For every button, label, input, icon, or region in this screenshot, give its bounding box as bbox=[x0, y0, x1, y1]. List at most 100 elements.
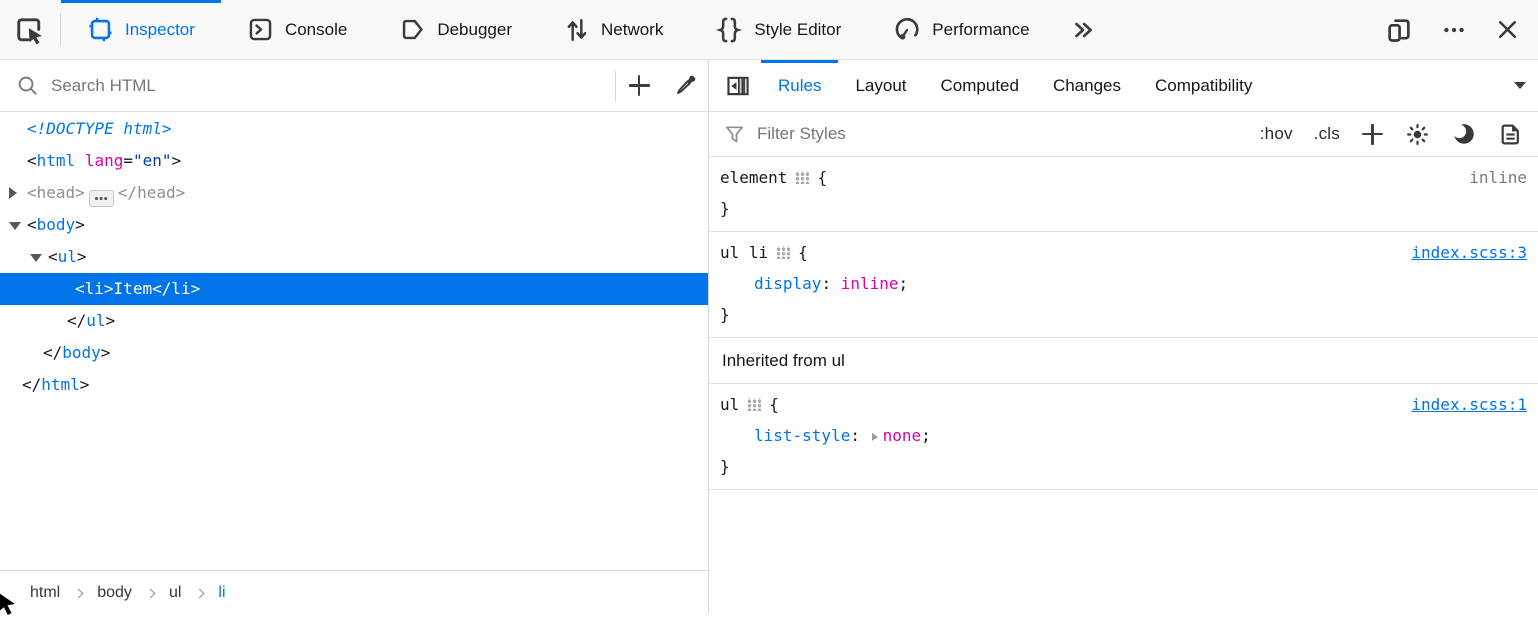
tab-label: Performance bbox=[932, 20, 1029, 40]
search-html-input[interactable] bbox=[49, 75, 615, 97]
markup-token: </ bbox=[22, 375, 41, 394]
markup-row[interactable]: <ul> bbox=[0, 241, 708, 273]
markup-row[interactable]: <html lang="en"> bbox=[0, 145, 708, 177]
close-devtools-button[interactable] bbox=[1481, 0, 1538, 59]
tab-style-editor[interactable]: Style Editor bbox=[689, 0, 867, 59]
markup-row[interactable]: </html> bbox=[0, 369, 708, 401]
markup-token: ul bbox=[58, 247, 77, 266]
add-node-button[interactable] bbox=[616, 60, 662, 111]
markup-token: < bbox=[27, 151, 37, 170]
markup-token: </ bbox=[152, 279, 171, 298]
property-name[interactable]: display bbox=[754, 274, 821, 293]
ellipsis-icon bbox=[95, 197, 98, 200]
add-rule-button[interactable] bbox=[1361, 123, 1384, 146]
rule-close-line: } bbox=[709, 299, 1538, 330]
collapsed-content-badge[interactable] bbox=[89, 190, 114, 207]
rule-source-note: inline bbox=[1469, 162, 1527, 193]
filter-icon bbox=[723, 123, 746, 146]
css-rule: element{inline} bbox=[709, 157, 1538, 232]
devtools-menu-button[interactable] bbox=[1427, 0, 1481, 59]
light-theme-simulation-button[interactable] bbox=[1405, 122, 1430, 147]
markup-token: Item bbox=[114, 279, 153, 298]
breadcrumb-item-li[interactable]: li bbox=[218, 584, 225, 602]
panel-splitter[interactable] bbox=[708, 60, 709, 614]
breadcrumb: html body ul li bbox=[0, 570, 708, 614]
all-tabs-button[interactable] bbox=[1502, 60, 1538, 111]
responsive-design-icon bbox=[1385, 16, 1413, 44]
selector-highlighter-icon[interactable] bbox=[747, 398, 761, 411]
filter-styles-input[interactable] bbox=[755, 123, 975, 145]
stylesheet-link[interactable]: index.scss:3 bbox=[1411, 237, 1527, 268]
rule-selector[interactable]: element bbox=[720, 168, 787, 187]
markup-token: body bbox=[37, 215, 76, 234]
markup-token: > bbox=[77, 247, 87, 266]
markup-token: </head> bbox=[118, 183, 185, 202]
twisty-expanded-icon[interactable] bbox=[30, 254, 42, 262]
tab-rules[interactable]: Rules bbox=[761, 60, 838, 111]
breadcrumb-item-html[interactable]: html bbox=[30, 584, 60, 602]
markup-token: = bbox=[123, 151, 133, 170]
tab-console[interactable]: Console bbox=[221, 0, 373, 59]
breadcrumb-item-body[interactable]: body bbox=[97, 584, 132, 602]
style-editor-icon bbox=[715, 16, 743, 44]
rule-selector-line: element { inline bbox=[709, 162, 1538, 193]
property-value[interactable]: inline bbox=[841, 274, 899, 293]
markup-row[interactable]: <head> </head> bbox=[0, 177, 708, 209]
dark-theme-simulation-button[interactable] bbox=[1451, 121, 1477, 147]
markup-row[interactable]: <!DOCTYPE html> bbox=[0, 113, 708, 145]
sidebar-toggle-button[interactable] bbox=[715, 60, 761, 111]
tab-changes[interactable]: Changes bbox=[1036, 60, 1138, 111]
semicolon: ; bbox=[921, 426, 931, 445]
markup-row-selected[interactable]: <li>Item</li> bbox=[0, 273, 708, 305]
tab-compatibility[interactable]: Compatibility bbox=[1138, 60, 1269, 111]
eyedropper-button[interactable] bbox=[662, 60, 708, 111]
tab-label: Compatibility bbox=[1155, 76, 1252, 96]
tab-performance[interactable]: Performance bbox=[867, 0, 1055, 59]
tab-label: Layout bbox=[855, 76, 906, 96]
value-expander-icon[interactable] bbox=[872, 433, 878, 441]
semicolon: ; bbox=[899, 274, 909, 293]
tab-label: Debugger bbox=[437, 20, 512, 40]
breadcrumb-item-ul[interactable]: ul bbox=[169, 584, 181, 602]
tab-label: Style Editor bbox=[754, 20, 841, 40]
tab-inspector[interactable]: Inspector bbox=[61, 0, 221, 59]
open-brace: { bbox=[769, 395, 779, 414]
markup-row[interactable]: <body> bbox=[0, 209, 708, 241]
mouse-cursor-icon bbox=[0, 592, 19, 618]
rule-selector[interactable]: ul li bbox=[720, 243, 768, 262]
add-node-icon bbox=[628, 74, 651, 97]
class-toggle[interactable]: .cls bbox=[1314, 124, 1340, 144]
property-name[interactable]: list-style bbox=[754, 426, 850, 445]
tab-debugger[interactable]: Debugger bbox=[373, 0, 538, 59]
selector-highlighter-icon[interactable] bbox=[776, 246, 790, 259]
css-rule: ul li{index.scss:3display: inline;} bbox=[709, 232, 1538, 338]
performance-icon bbox=[893, 16, 921, 44]
print-icon bbox=[1498, 122, 1523, 147]
markup-token: <!DOCTYPE html> bbox=[27, 119, 172, 138]
selector-highlighter-icon[interactable] bbox=[795, 171, 809, 184]
twisty-expanded-icon[interactable] bbox=[9, 222, 21, 230]
css-declaration[interactable]: display: inline; bbox=[709, 268, 1538, 299]
responsive-design-mode-button[interactable] bbox=[1371, 0, 1427, 59]
tab-layout[interactable]: Layout bbox=[838, 60, 923, 111]
markup-row[interactable]: </ul> bbox=[0, 305, 708, 337]
twisty-collapsed-icon[interactable] bbox=[9, 187, 17, 199]
tab-computed[interactable]: Computed bbox=[924, 60, 1036, 111]
open-brace: { bbox=[817, 168, 827, 187]
markup-token: < bbox=[75, 279, 85, 298]
element-picker-button[interactable] bbox=[0, 0, 60, 59]
markup-token: <head> bbox=[27, 183, 85, 202]
markup-tree: <!DOCTYPE html> <html lang="en"> <head> </h… bbox=[0, 113, 708, 570]
stylesheet-link[interactable]: index.scss:1 bbox=[1411, 389, 1527, 420]
element-picker-icon bbox=[15, 15, 45, 45]
markup-row[interactable]: </body> bbox=[0, 337, 708, 369]
more-tools-button[interactable] bbox=[1056, 0, 1110, 59]
rule-selector[interactable]: ul bbox=[720, 395, 739, 414]
colon: : bbox=[850, 426, 869, 445]
tab-network[interactable]: Network bbox=[538, 0, 689, 59]
css-declaration[interactable]: list-style: none; bbox=[709, 420, 1538, 451]
property-value[interactable]: none bbox=[883, 426, 922, 445]
devtools-window: { "toolbar": { "tabs": [ {"label": "Insp… bbox=[0, 0, 1538, 614]
print-simulation-button[interactable] bbox=[1498, 122, 1523, 147]
pseudo-class-toggle[interactable]: :hov bbox=[1260, 124, 1293, 144]
